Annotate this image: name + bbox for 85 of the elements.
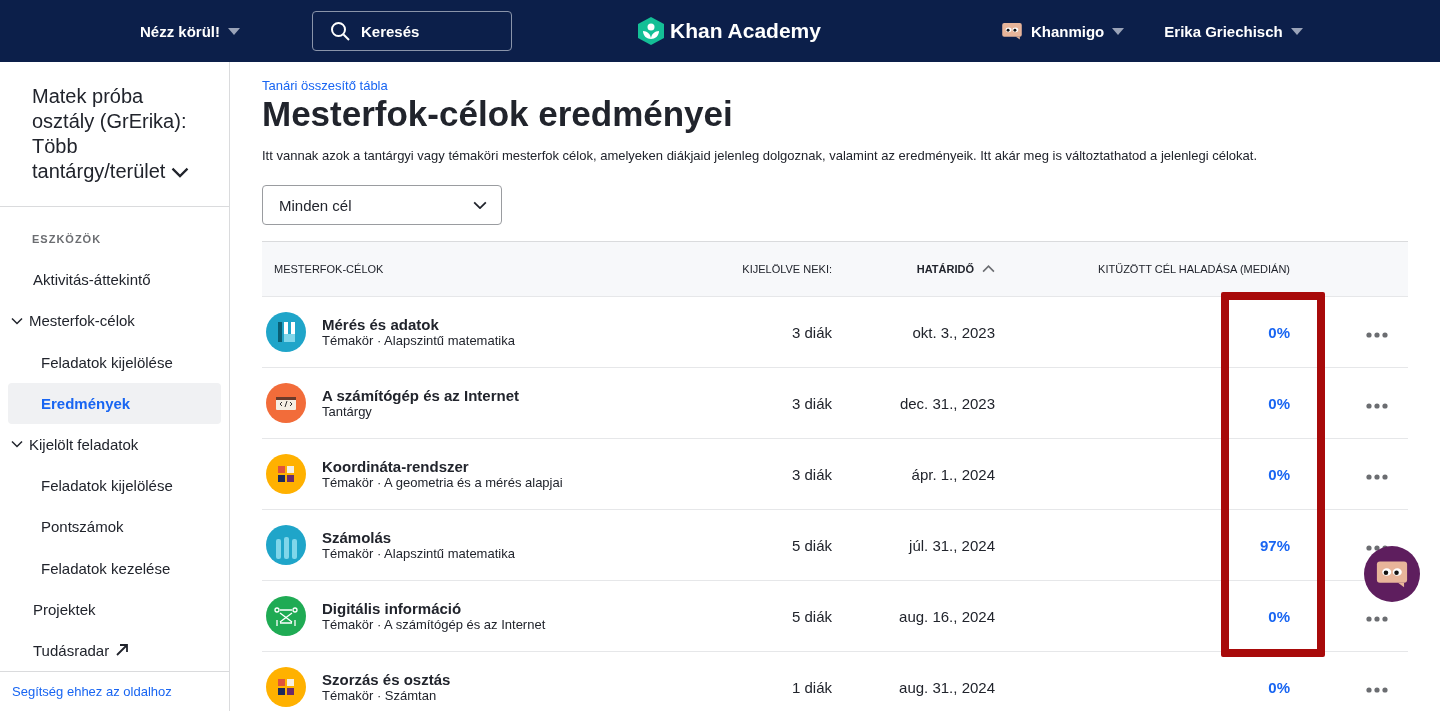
section-label: ESZKÖZÖK (31, 232, 103, 247)
goal-subtitle: Témakör · A geometria és a mérés alapjai (322, 475, 563, 490)
class-selector[interactable]: Matek próba osztály (GrErika): Több tantárgy/terület (0, 62, 229, 207)
logo-text: Khan Academy (670, 19, 821, 43)
more-icon (1366, 332, 1388, 338)
breadcrumb-link[interactable]: Tanári összesítő tábla (262, 78, 388, 93)
chevron-icon (11, 440, 23, 449)
search-icon (330, 21, 350, 41)
due-date: aug. 16., 2024 (899, 607, 995, 625)
sidebar-item[interactable]: Feladatok kezelése (8, 547, 221, 589)
help-link[interactable]: Segítség ehhez az oldalhoz (0, 671, 229, 711)
progress-value[interactable]: 97% (1259, 536, 1290, 554)
topic-icon (266, 525, 306, 565)
topic-icon (266, 454, 306, 494)
sidebar-group[interactable]: Kijelölt feladatok (8, 423, 221, 465)
due-date: aug. 31., 2024 (899, 678, 995, 696)
external-link-icon (115, 643, 130, 658)
due-date: júl. 31., 2024 (909, 536, 995, 554)
column-header: KITŰZÖTT CÉL HALADÁSA (MEDIÁN) (1097, 263, 1290, 275)
due-date: okt. 3., 2023 (912, 323, 995, 341)
due-date: ápr. 1., 2024 (911, 465, 995, 483)
more-options-button[interactable] (1366, 403, 1388, 409)
progress-value[interactable]: 0% (1268, 394, 1290, 412)
sidebar-item[interactable]: Tudásradar (8, 629, 221, 672)
robot-face-icon (1000, 22, 1023, 40)
sidebar-group[interactable]: Mesterfok-célok (8, 300, 221, 342)
goal-filter-dropdown[interactable]: Minden cél (262, 185, 502, 225)
more-icon (1366, 474, 1388, 480)
caret-icon (1112, 27, 1125, 35)
goal-title: Szorzás és osztás (322, 671, 451, 688)
chevron-icon (11, 316, 23, 325)
progress-value[interactable]: 0% (1268, 607, 1290, 625)
logo-icon (638, 17, 664, 45)
more-icon (1366, 616, 1388, 622)
assigned-count: 5 diák (791, 607, 832, 625)
page-title: Mesterfok-célok eredményei (262, 94, 734, 134)
topic-icon (266, 383, 306, 423)
sidebar-item[interactable]: Eredmények (8, 382, 221, 424)
more-icon (1366, 403, 1388, 409)
sidebar-item[interactable]: Aktivitás-áttekintő (8, 259, 221, 301)
sidebar-item[interactable]: Projektek (8, 588, 221, 630)
assigned-count: 1 diák (791, 678, 832, 696)
chevron-icon (171, 167, 189, 178)
goal-subtitle: Témakör · Számtan (322, 688, 438, 703)
topic-icon (266, 596, 306, 636)
assigned-count: 5 diák (791, 536, 832, 554)
caret-icon (1290, 27, 1303, 35)
search-field[interactable]: Keresés (312, 11, 512, 51)
goal-subtitle: Tantárgy (322, 404, 373, 419)
assigned-count: 3 diák (791, 465, 832, 483)
more-icon (1366, 687, 1388, 693)
topic-icon (266, 312, 306, 352)
column-header[interactable]: HATÁRIDŐ (840, 263, 995, 275)
assigned-count: 3 diák (791, 394, 832, 412)
more-options-button[interactable] (1366, 332, 1388, 338)
goal-title: Koordináta-rendszer (322, 458, 470, 475)
topic-icon (266, 667, 306, 707)
progress-value[interactable]: 0% (1268, 465, 1290, 483)
column-header: MESTERFOK-CÉLOK (274, 263, 385, 275)
sidebar-item[interactable]: Feladatok kijelölése (8, 341, 221, 383)
caret-icon (228, 27, 240, 35)
column-header: KIJELÖLVE NEKI: (741, 263, 833, 275)
goal-subtitle: Témakör · Alapszintű matematika (322, 333, 515, 348)
chevron-icon (473, 200, 487, 210)
khanmigo-menu[interactable]: Khanmigo (1000, 22, 1125, 40)
goal-subtitle: Témakör · Alapszintű matematika (322, 546, 515, 561)
goal-title: Számolás (322, 529, 393, 546)
goal-subtitle: Témakör · A számítógép és az Internet (322, 617, 546, 632)
due-date: dec. 31., 2023 (899, 394, 995, 412)
more-options-button[interactable] (1366, 687, 1388, 693)
progress-value[interactable]: 0% (1268, 678, 1290, 696)
user-menu[interactable]: Erika Griechisch (1164, 22, 1303, 40)
more-options-button[interactable] (1366, 616, 1388, 622)
progress-value[interactable]: 0% (1268, 323, 1290, 341)
sidebar-item[interactable]: Pontszámok (8, 506, 221, 548)
sidebar-item[interactable]: Feladatok kijelölése (8, 465, 221, 507)
more-options-button[interactable] (1366, 474, 1388, 480)
page-description: Itt vannak azok a tantárgyi vagy témaköri mesterfok célok, amelyeken diákjaid jelenleg dolgoznak, valamint az eredményeik. Itt akár meg is változtathatod a jelenlegi célokat. (262, 148, 1259, 163)
goal-title: Digitális információ (322, 600, 463, 617)
goal-title: Mérés és adatok (322, 316, 440, 333)
goal-title: A számítógép és az Internet (322, 387, 519, 404)
chevron-icon (982, 265, 995, 273)
robot-face-icon (1375, 560, 1409, 588)
explore-menu[interactable]: Nézz körül! (140, 22, 240, 40)
assigned-count: 3 diák (791, 323, 832, 341)
